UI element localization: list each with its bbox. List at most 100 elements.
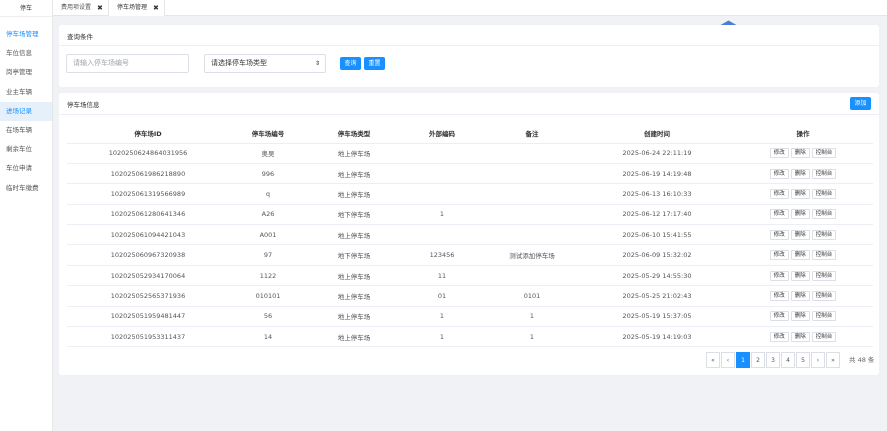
column-header-remark: 备注	[483, 123, 581, 144]
cell-code: 97	[229, 244, 307, 266]
cell-remark: 1	[483, 326, 581, 348]
sidebar-item-remaining-spaces[interactable]: 剩余车位	[0, 140, 52, 159]
sidebar-item-space-application[interactable]: 车位申请	[0, 159, 52, 178]
cell-actions: 修改 删除 控制台	[733, 306, 873, 328]
edit-button[interactable]: 修改	[769, 290, 789, 301]
cell-type: 地上停车场	[307, 163, 401, 185]
cell-created-time: 2025-06-09 15:32:02	[581, 244, 733, 266]
sidebar-item-booth-management[interactable]: 岗亭管理	[0, 63, 52, 82]
table-row: 102025061280641346 A26 地下停车场 1 2025-06-12 17…	[67, 204, 873, 226]
column-header-code: 停车场编号	[229, 123, 307, 144]
cell-type: 地上停车场	[307, 183, 401, 205]
delete-button[interactable]: 删除	[790, 209, 810, 220]
tab-fee-settings[interactable]: 费用项设置 ✖	[53, 0, 109, 16]
app-brand: 停车	[0, 0, 52, 17]
query-button[interactable]: 查询	[340, 57, 361, 70]
prev-page-button[interactable]: ‹	[721, 352, 735, 368]
edit-button[interactable]: 修改	[769, 148, 789, 159]
delete-button[interactable]: 删除	[790, 168, 810, 179]
parking-lot-table: 停车场ID 停车场编号 停车场类型 外部编码 备注 创建时间 操作 102025…	[67, 123, 873, 348]
delete-button[interactable]: 删除	[790, 229, 810, 240]
cell-type: 地上停车场	[307, 224, 401, 246]
sidebar-item-temp-vehicle-payment[interactable]: 临时车缴费	[0, 179, 52, 198]
cell-actions: 修改 删除 控制台	[733, 163, 873, 185]
cell-code: 010101	[229, 285, 307, 307]
console-button[interactable]: 控制台	[811, 311, 837, 322]
delete-button[interactable]: 删除	[790, 290, 810, 301]
edit-button[interactable]: 修改	[769, 168, 789, 179]
add-button[interactable]: 添加	[850, 97, 871, 110]
sidebar-item-parking-lot-management[interactable]: 停车场管理	[0, 25, 52, 44]
cell-created-time: 2025-06-24 22:11:19	[581, 143, 733, 164]
list-panel-title: 停车场信息	[67, 101, 100, 109]
total-count: 共 48 条	[849, 356, 875, 364]
page-button-4[interactable]: 4	[781, 352, 795, 368]
table-row: 102025061986218890 996 地上停车场 2025-06-19 14:…	[67, 163, 873, 185]
first-page-button[interactable]: «	[706, 352, 720, 368]
console-button[interactable]: 控制台	[811, 290, 837, 301]
console-button[interactable]: 控制台	[811, 270, 837, 281]
edit-button[interactable]: 修改	[769, 311, 789, 322]
edit-button[interactable]: 修改	[769, 229, 789, 240]
edit-button[interactable]: 修改	[769, 188, 789, 199]
console-button[interactable]: 控制台	[811, 188, 837, 199]
column-header-type: 停车场类型	[307, 123, 401, 144]
cell-remark	[483, 143, 581, 164]
console-button[interactable]: 控制台	[811, 250, 837, 261]
divider	[59, 45, 879, 46]
tab-label: 停车场管理	[117, 4, 148, 11]
query-panel: 查询条件 请输入停车场编号 请选择停车场类型 ⇕ 查询 重置	[59, 25, 879, 87]
last-page-button[interactable]: »	[826, 352, 840, 368]
page-button-5[interactable]: 5	[796, 352, 810, 368]
delete-button[interactable]: 删除	[790, 250, 810, 261]
cell-created-time: 2025-05-29 14:55:30	[581, 265, 733, 287]
delete-button[interactable]: 删除	[790, 188, 810, 199]
cell-id: 102025052565371936	[67, 285, 229, 307]
delete-button[interactable]: 删除	[790, 270, 810, 281]
delete-button[interactable]: 删除	[790, 311, 810, 322]
cell-code: 奥吴	[229, 143, 307, 164]
sidebar-item-entry-records[interactable]: 进场记录	[0, 101, 52, 121]
page-button-3[interactable]: 3	[766, 352, 780, 368]
column-header-id: 停车场ID	[67, 123, 229, 144]
cell-remark: 0101	[483, 285, 581, 307]
page-button-1[interactable]: 1	[736, 352, 750, 368]
cell-actions: 修改 删除 控制台	[733, 244, 873, 266]
console-button[interactable]: 控制台	[811, 168, 837, 179]
cell-type: 地上停车场	[307, 326, 401, 348]
sidebar-item-vehicles-on-site[interactable]: 在场车辆	[0, 121, 52, 140]
console-button[interactable]: 控制台	[811, 331, 837, 342]
edit-button[interactable]: 修改	[769, 270, 789, 281]
console-button[interactable]: 控制台	[811, 229, 837, 240]
delete-button[interactable]: 删除	[790, 331, 810, 342]
sidebar-item-space-info[interactable]: 车位信息	[0, 44, 52, 63]
divider	[59, 114, 879, 115]
cell-external-code: 01	[401, 285, 483, 307]
table-header-row: 停车场ID 停车场编号 停车场类型 外部编码 备注 创建时间 操作	[67, 123, 873, 144]
next-page-button[interactable]: ›	[811, 352, 825, 368]
cell-actions: 修改 删除 控制台	[733, 265, 873, 287]
edit-button[interactable]: 修改	[769, 331, 789, 342]
cell-created-time: 2025-05-19 14:19:03	[581, 326, 733, 348]
delete-button[interactable]: 删除	[790, 148, 810, 159]
sidebar-item-owner-vehicles[interactable]: 业主车辆	[0, 83, 52, 102]
console-button[interactable]: 控制台	[811, 209, 837, 220]
parking-type-select[interactable]: 请选择停车场类型 ⇕	[204, 54, 326, 73]
table-row: 102025062486403195​6 奥吴 地上停车场 2025-06-24 22…	[67, 143, 873, 164]
edit-button[interactable]: 修改	[769, 250, 789, 261]
tab-parking-lot-management[interactable]: 停车场管理 ✖	[109, 0, 165, 16]
reset-button[interactable]: 重置	[364, 57, 385, 70]
cell-code: 56	[229, 306, 307, 328]
parking-id-input[interactable]: 请输入停车场编号	[66, 54, 189, 73]
close-icon[interactable]: ✖	[153, 0, 159, 16]
page-button-2[interactable]: 2	[751, 352, 765, 368]
sidebar: 停车 停车场管理 车位信息 岗亭管理 业主车辆 进场记录 在场车辆 剩余车位 车…	[0, 0, 53, 431]
console-button[interactable]: 控制台	[811, 148, 837, 159]
cell-type: 地下停车场	[307, 244, 401, 266]
table-row: 102025052934170064 1122 地上停车场 11 2025-05-29 …	[67, 265, 873, 287]
table-row: 102025052565371936 010101 地上停车场 01 0101 2025-…	[67, 285, 873, 307]
close-icon[interactable]: ✖	[97, 0, 103, 16]
cell-id: 102025052934170064	[67, 265, 229, 287]
edit-button[interactable]: 修改	[769, 209, 789, 220]
cell-external-code: 1	[401, 306, 483, 328]
